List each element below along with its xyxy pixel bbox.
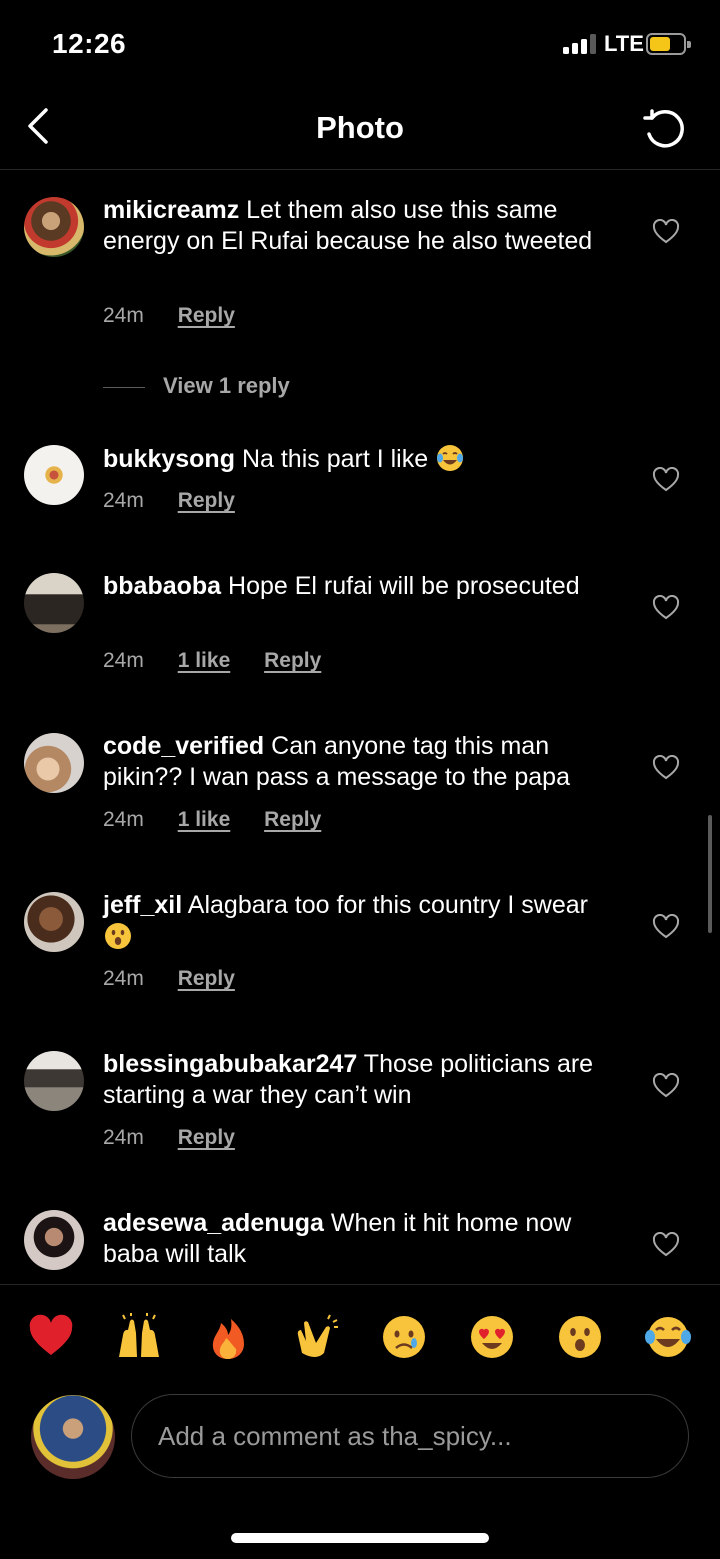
reply-button[interactable]: Reply (178, 489, 235, 513)
face-with-tears-of-joy-icon (437, 445, 464, 471)
face-with-open-mouth-icon (105, 923, 131, 949)
comment-text: jeff_xil Alagbara too for this country I… (103, 890, 623, 953)
heart-icon[interactable] (652, 467, 680, 493)
reply-button[interactable]: Reply (264, 649, 321, 673)
comment-time: 24m (103, 304, 144, 327)
heart-icon[interactable] (652, 1232, 680, 1258)
nav-header: Photo (0, 90, 720, 170)
comment-text: mikicreamz Let them also use this same e… (103, 195, 623, 257)
avatar[interactable] (24, 892, 84, 952)
heart-icon[interactable] (652, 914, 680, 940)
comment-text: bukkysong Na this part I like (103, 443, 623, 475)
comment-time: 24m (103, 649, 144, 672)
heart-icon[interactable] (652, 219, 680, 245)
likes-count-button[interactable]: 1 like (178, 649, 231, 673)
comments-list[interactable]: mikicreamz Let them also use this same e… (0, 171, 720, 1283)
comment-meta: 24m Reply (103, 967, 263, 991)
comment-body: Alagbara too for this country I swear (187, 891, 588, 919)
raising-hands-icon[interactable] (115, 1313, 163, 1361)
face-with-open-mouth-icon[interactable] (556, 1313, 604, 1361)
comment-time: 24m (103, 967, 144, 990)
avatar[interactable] (24, 197, 84, 257)
comment-text: bbabaoba Hope El rufai will be prosecute… (103, 571, 623, 602)
view-replies-label: View 1 reply (163, 373, 290, 398)
reply-button[interactable]: Reply (178, 967, 235, 991)
comment-text: blessingabubakar247 Those politicians ar… (103, 1049, 623, 1111)
user-avatar[interactable] (31, 1395, 115, 1479)
view-replies-button[interactable]: View 1 reply (103, 373, 290, 399)
likes-count-button[interactable]: 1 like (178, 808, 231, 832)
reply-button[interactable]: Reply (178, 1126, 235, 1150)
comment-username[interactable]: code_verified (103, 732, 264, 760)
comment-time: 24m (103, 1126, 144, 1149)
comment-meta: 24m Reply (103, 304, 263, 328)
avatar[interactable] (24, 733, 84, 793)
comment-meta: 24m Reply (103, 489, 263, 513)
comment-time: 24m (103, 808, 144, 831)
comment-username[interactable]: jeff_xil (103, 891, 182, 919)
comment-text: adesewa_adenuga When it hit home now bab… (103, 1208, 623, 1270)
avatar[interactable] (24, 573, 84, 633)
reply-button[interactable]: Reply (178, 304, 235, 328)
comment-username[interactable]: blessingabubakar247 (103, 1050, 357, 1078)
comment-body: Hope El rufai will be prosecuted (228, 572, 580, 600)
quick-reactions-bar (0, 1284, 720, 1384)
avatar[interactable] (24, 1051, 84, 1111)
comment-body: Na this part I like (241, 445, 429, 473)
status-time: 12:26 (52, 28, 127, 59)
face-with-tears-of-joy-icon[interactable] (644, 1313, 692, 1361)
network-label: LTE (604, 31, 644, 56)
comment-username[interactable]: bbabaoba (103, 572, 221, 600)
status-bar: 12:26 LTE (0, 0, 720, 90)
avatar[interactable] (24, 1210, 84, 1270)
page-title: Photo (316, 110, 404, 145)
reply-line-divider (103, 386, 145, 388)
clapping-hands-icon[interactable] (292, 1313, 340, 1361)
heart-icon[interactable] (652, 595, 680, 621)
red-heart-icon[interactable] (27, 1313, 75, 1361)
comment-username[interactable]: bukkysong (103, 445, 235, 473)
heart-icon[interactable] (652, 755, 680, 781)
crying-face-icon[interactable] (380, 1313, 428, 1361)
comment-composer (0, 1390, 720, 1490)
comment-username[interactable]: mikicreamz (103, 196, 239, 224)
avatar[interactable] (24, 445, 84, 505)
fire-icon[interactable] (204, 1313, 252, 1361)
comment-meta: 24m 1 like Reply (103, 649, 349, 673)
scrollbar[interactable] (708, 815, 712, 933)
comment-meta: 24m Reply (103, 1126, 263, 1150)
comment-meta: 24m 1 like Reply (103, 808, 349, 832)
comment-username[interactable]: adesewa_adenuga (103, 1209, 324, 1237)
reply-button[interactable]: Reply (264, 808, 321, 832)
heart-eyes-icon[interactable] (468, 1313, 516, 1361)
refresh-icon[interactable] (640, 104, 690, 154)
comment-input[interactable] (131, 1394, 689, 1478)
signal-icon (563, 34, 599, 54)
comment-text: code_verified Can anyone tag this man pi… (103, 731, 623, 793)
heart-icon[interactable] (652, 1073, 680, 1099)
home-indicator[interactable] (231, 1533, 489, 1543)
comment-time: 24m (103, 489, 144, 512)
battery-icon (646, 33, 691, 55)
